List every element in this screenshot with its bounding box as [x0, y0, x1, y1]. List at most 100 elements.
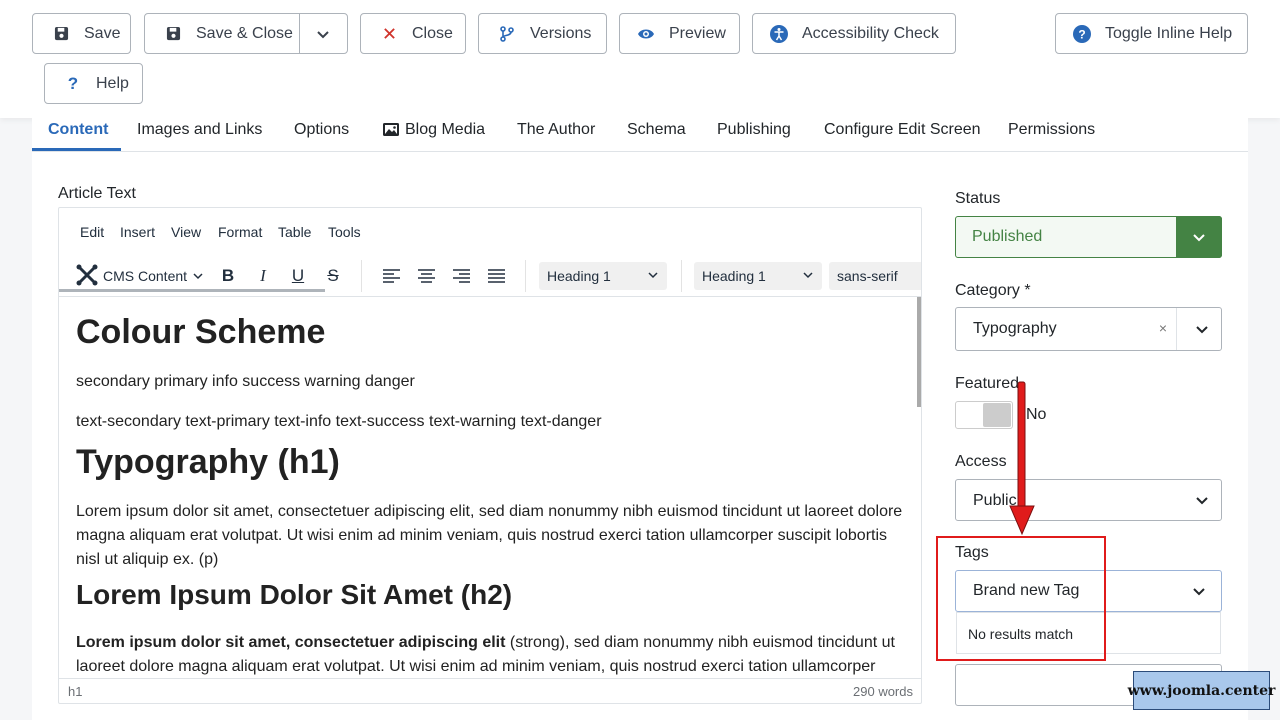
font-family-value: sans-serif	[837, 268, 898, 284]
chevron-down-icon[interactable]	[315, 26, 331, 47]
versions-label: Versions	[530, 24, 592, 42]
toggle-inline-help-button[interactable]: ? Toggle Inline Help	[1055, 13, 1248, 54]
tab-schema[interactable]: Schema	[627, 121, 686, 151]
status-select[interactable]: Published	[955, 216, 1222, 258]
italic-button[interactable]: I	[248, 262, 278, 290]
image-icon	[382, 122, 400, 142]
content-paragraph: secondary primary info success warning d…	[76, 373, 415, 390]
toolbar-separator	[525, 260, 526, 292]
access-select[interactable]: Public	[955, 479, 1222, 521]
tab-publishing[interactable]: Publishing	[717, 121, 791, 151]
bold-button[interactable]: B	[213, 262, 243, 290]
annotation-highlight-box	[936, 536, 1106, 661]
category-value: Typography	[973, 320, 1057, 337]
accessibility-label: Accessibility Check	[802, 24, 939, 42]
status-value: Published	[972, 228, 1043, 245]
tab-blog-media-label: Blog Media	[405, 121, 486, 138]
justify-button[interactable]	[481, 262, 511, 290]
annotation-arrow	[1009, 381, 1035, 536]
close-button[interactable]: Close	[360, 13, 466, 54]
word-count[interactable]: 290 words	[853, 684, 913, 699]
chevron-down-icon	[1191, 583, 1207, 604]
save-close-button[interactable]: Save & Close	[144, 13, 348, 54]
tab-list: Content Images and Links Options Blog Me…	[32, 118, 1248, 152]
menu-tools[interactable]: Tools	[328, 224, 361, 240]
editor-content-area[interactable]: Colour Scheme secondary primary info suc…	[59, 296, 921, 678]
cms-content-button[interactable]: CMS Content	[75, 262, 203, 290]
toolbar: Save Save & Close Close Versions Preview	[0, 0, 1280, 118]
cms-content-label: CMS Content	[103, 268, 188, 284]
svg-text:?: ?	[1078, 27, 1085, 41]
style-format-select[interactable]: Heading 1	[694, 262, 822, 290]
preview-button[interactable]: Preview	[619, 13, 740, 54]
menu-format[interactable]: Format	[218, 224, 262, 240]
versions-button[interactable]: Versions	[478, 13, 607, 54]
underline-button[interactable]: U	[283, 262, 313, 290]
align-left-icon	[382, 269, 400, 283]
save-close-label: Save & Close	[196, 24, 293, 42]
content-strong-text: Lorem ipsum dolor sit amet, consectetuer…	[76, 634, 506, 651]
category-select[interactable]: Typography ×	[955, 307, 1222, 351]
content-heading-typography: Typography (h1)	[76, 443, 340, 481]
save-button[interactable]: Save	[32, 13, 131, 54]
tab-images-and-links[interactable]: Images and Links	[137, 121, 262, 151]
clear-icon[interactable]: ×	[1159, 320, 1167, 336]
block-format-select[interactable]: Heading 1	[539, 262, 667, 290]
chevron-down-icon	[802, 268, 814, 284]
align-right-button[interactable]	[446, 262, 476, 290]
content-heading-lorem: Lorem Ipsum Dolor Sit Amet (h2)	[76, 579, 513, 610]
chevron-down-icon	[1193, 491, 1211, 509]
select-divider	[1176, 308, 1177, 350]
element-path[interactable]: h1	[68, 684, 82, 699]
content-paragraph: text-secondary text-primary text-info te…	[76, 413, 602, 430]
chevron-down-icon	[193, 268, 203, 284]
align-left-button[interactable]	[376, 262, 406, 290]
featured-toggle[interactable]	[955, 401, 1013, 429]
code-branch-icon	[498, 25, 516, 43]
question-circle-icon: ?	[1073, 24, 1091, 43]
save-icon	[52, 25, 70, 43]
menu-view[interactable]: View	[171, 224, 201, 240]
editor-scrollbar[interactable]	[917, 297, 921, 407]
save-icon	[164, 25, 182, 43]
align-center-icon	[417, 269, 435, 283]
tab-the-author[interactable]: The Author	[517, 121, 595, 151]
status-label: Status	[955, 190, 1001, 207]
align-justify-icon	[487, 269, 505, 283]
toggle-knob	[983, 403, 1011, 427]
block-format-value: Heading 1	[547, 268, 611, 284]
editor-menubar: Edit Insert View Format Table Tools	[59, 208, 921, 256]
style-format-value: Heading 1	[702, 268, 766, 284]
tab-permissions[interactable]: Permissions	[1008, 121, 1095, 151]
content-paragraph: Lorem ipsum dolor sit amet, consectetuer…	[76, 631, 908, 678]
font-family-select[interactable]: sans-serif	[829, 262, 921, 290]
editor-toolbar-overflow-bar	[59, 289, 325, 292]
align-center-button[interactable]	[411, 262, 441, 290]
help-label: Help	[96, 74, 129, 92]
content-paragraph: Lorem ipsum dolor sit amet, consectetuer…	[76, 503, 903, 568]
access-label: Access	[955, 453, 1007, 470]
article-text-label: Article Text	[58, 185, 136, 202]
tab-configure-edit-screen[interactable]: Configure Edit Screen	[824, 121, 981, 151]
save-label: Save	[84, 24, 121, 42]
split-divider	[299, 14, 300, 53]
tab-content[interactable]: Content	[48, 121, 108, 151]
tab-blog-media[interactable]: Blog Media	[382, 121, 485, 151]
close-label: Close	[412, 24, 453, 42]
content-heading-colour-scheme: Colour Scheme	[76, 313, 326, 351]
joomla-logo-icon	[75, 263, 99, 290]
close-icon	[380, 25, 398, 43]
rich-text-editor: Edit Insert View Format Table Tools CMS …	[58, 207, 922, 704]
menu-insert[interactable]: Insert	[120, 224, 155, 240]
accessibility-icon	[770, 24, 788, 43]
menu-table[interactable]: Table	[278, 224, 311, 240]
toggle-inline-help-label: Toggle Inline Help	[1105, 24, 1233, 42]
strikethrough-button[interactable]: S	[318, 262, 348, 290]
menu-edit[interactable]: Edit	[80, 224, 104, 240]
tab-options[interactable]: Options	[294, 121, 349, 151]
toolbar-separator	[361, 260, 362, 292]
question-icon: ?	[67, 73, 79, 93]
help-button[interactable]: ? Help	[44, 63, 143, 104]
chevron-down-icon	[647, 268, 659, 284]
accessibility-check-button[interactable]: Accessibility Check	[752, 13, 956, 54]
